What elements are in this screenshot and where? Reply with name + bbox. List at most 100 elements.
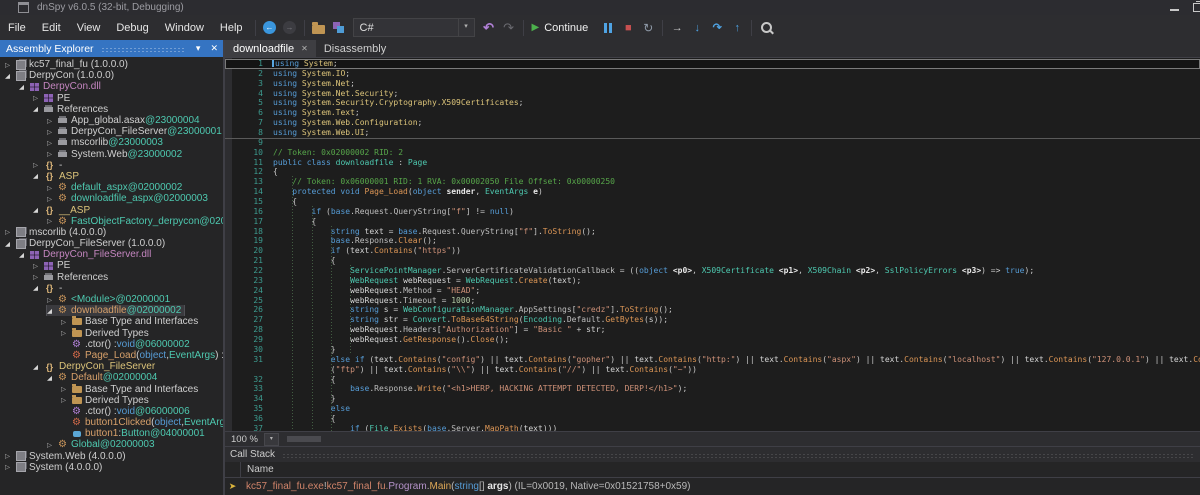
code-line[interactable]: 32 { [225,375,1200,385]
code-line[interactable]: 31 else if (text.Contains("config") || t… [225,355,1200,365]
code-line[interactable]: 29 webRequest.GetResponse().Close(); [225,335,1200,345]
tree-row[interactable]: ◢DerpyCon.dll [0,81,223,92]
tree-row[interactable]: ⚙.ctor() : void @06000006 [0,406,223,417]
code-line[interactable]: 17 { [225,217,1200,227]
tree-row[interactable]: ▷App_global.asax @23000004 [0,115,223,126]
expander-icon[interactable]: ▷ [47,117,57,125]
tab-downloadfile[interactable]: downloadfile✕ [225,40,316,57]
tree-row[interactable]: button1 : Button @04000001 [0,428,223,439]
continue-button[interactable]: ▶ Continue [528,22,599,34]
code-line[interactable]: 13 // Token: 0x06000001 RID: 1 RVA: 0x00… [225,177,1200,187]
menu-help[interactable]: Help [212,22,251,34]
expander-icon[interactable]: ◢ [5,240,15,248]
code-line[interactable]: 26 string s = WebConfigurationManager.Ap… [225,305,1200,315]
code-line[interactable]: 15 { [225,197,1200,207]
restore-icon[interactable] [1193,3,1200,12]
expander-icon[interactable]: ▷ [33,262,43,270]
show-next-statement-button[interactable]: → [667,18,687,38]
zoom-dropdown[interactable]: ▾ [264,433,279,446]
code-editor[interactable]: 1using System;2using System.IO;3using Sy… [225,58,1200,431]
tree-row[interactable]: ◢{}DerpyCon_FileServer [0,361,223,372]
horizontal-scrollbar[interactable] [283,432,1200,446]
code-line[interactable]: 3using System.Net; [225,79,1200,89]
menu-window[interactable]: Window [157,22,212,34]
tree-row[interactable]: ▷mscorlib (4.0.0.0) [0,227,223,238]
tree-row[interactable]: ▷⚙downloadfile_aspx @02000003 [0,193,223,204]
tree-row[interactable]: ◢References [0,104,223,115]
menu-view[interactable]: View [69,22,109,34]
code-line[interactable]: 36 { [225,414,1200,424]
expander-icon[interactable]: ◢ [19,251,29,259]
code-line[interactable]: 16 if (base.Request.QueryString["f"] != … [225,207,1200,217]
expander-icon[interactable]: ▷ [61,318,71,326]
expander-icon[interactable]: ▷ [61,385,71,393]
tree-row[interactable]: ▷PE [0,93,223,104]
code-line[interactable]: 23 WebRequest webRequest = WebRequest.Cr… [225,276,1200,286]
tree-row[interactable]: ▷PE [0,260,223,271]
code-line[interactable]: 20 if (text.Contains("https")) [225,246,1200,256]
code-line[interactable]: 25 webRequest.Timeout = 1000; [225,296,1200,306]
tree-row[interactable]: ◢⚙downloadfile @02000002 [0,305,223,316]
code-line[interactable]: 18 string text = base.Request.QueryStrin… [225,227,1200,237]
expander-icon[interactable]: ▷ [33,161,43,169]
open-button[interactable] [309,18,329,38]
tree-row[interactable]: ▷System.Web @23000002 [0,149,223,160]
assembly-explorer-header[interactable]: Assembly Explorer ▾ ✕ [0,40,223,57]
step-into-button[interactable]: ↓ [687,18,707,38]
tree-row[interactable]: ▷References [0,272,223,283]
code-line[interactable]: 21 { [225,256,1200,266]
expander-icon[interactable]: ▷ [5,463,15,471]
tree-row[interactable]: ◢DerpyCon_FileServer.dll [0,249,223,260]
tree-row[interactable]: ▷kc57_final_fu (1.0.0.0) [0,59,223,70]
expander-icon[interactable]: ▷ [33,94,43,102]
tree-row[interactable]: ▷⚙FastObjectFactory_derpycon @02000004 [0,216,223,227]
undo-button[interactable]: ↶ [479,18,499,38]
code-line[interactable]: 37 if (File.Exists(base.Server.MapPath(t… [225,424,1200,431]
scrollbar-thumb[interactable] [287,436,321,442]
expander-icon[interactable]: ▷ [47,184,57,192]
expander-icon[interactable]: ◢ [47,307,57,315]
expander-icon[interactable]: ▷ [33,273,43,281]
expander-icon[interactable]: ▷ [5,452,15,460]
expander-icon[interactable]: ▷ [47,195,57,203]
tree-row[interactable]: ⚙.ctor() : void @06000002 [0,339,223,350]
chevron-down-icon[interactable]: ▾ [191,40,206,57]
stop-button[interactable]: ■ [618,18,638,38]
step-out-button[interactable]: ↑ [727,18,747,38]
expander-icon[interactable]: ◢ [47,374,57,382]
code-line[interactable]: 34 } [225,394,1200,404]
code-line[interactable]: 35 else [225,404,1200,414]
tree-row[interactable]: ▷⚙Global @02000003 [0,439,223,450]
code-line[interactable]: 27 string str = Convert.ToBase64String(E… [225,315,1200,325]
save-all-button[interactable] [329,18,349,38]
tree-row[interactable]: ◢{}ASP [0,171,223,182]
expander-icon[interactable]: ▷ [47,296,57,304]
navigate-back-button[interactable]: ← [260,18,280,38]
expander-icon[interactable]: ▷ [47,150,57,158]
tree-row[interactable]: ⚙button1Clicked(object, EventArgs) : voi… [0,417,223,428]
code-line[interactable]: ("ftp") || text.Contains("\\") || text.C… [225,365,1200,375]
code-line[interactable]: 24 webRequest.Method = "HEAD"; [225,286,1200,296]
tree-row[interactable]: ▷DerpyCon_FileServer @23000001 [0,126,223,137]
expander-icon[interactable]: ◢ [33,284,43,292]
tree-row[interactable]: ▷mscorlib @23000003 [0,137,223,148]
code-line[interactable]: 9 [225,138,1200,148]
code-line[interactable]: 11public class downloadfile : Page [225,158,1200,168]
tree-row[interactable]: ▷Derived Types [0,328,223,339]
code-line[interactable]: 6using System.Text; [225,108,1200,118]
expander-icon[interactable]: ▷ [5,228,15,236]
code-line[interactable]: 5using System.Security.Cryptography.X509… [225,98,1200,108]
call-stack-name-column[interactable]: Name [241,464,274,475]
call-stack-header[interactable]: Call Stack [225,447,1200,462]
tree-row[interactable]: ◢DerpyCon (1.0.0.0) [0,70,223,81]
redo-button[interactable]: ↷ [499,18,519,38]
search-button[interactable] [756,18,776,38]
close-icon[interactable]: ✕ [301,44,308,53]
tree-row[interactable]: ▷⚙<Module> @02000001 [0,294,223,305]
step-over-button[interactable]: ↷ [707,18,727,38]
close-icon[interactable]: ✕ [205,40,223,57]
code-line[interactable]: 22 ServicePointManager.ServerCertificate… [225,266,1200,276]
expander-icon[interactable]: ▷ [47,128,57,136]
tree-row[interactable]: ▷{}- [0,160,223,171]
tree-row[interactable]: ▷Base Type and Interfaces [0,316,223,327]
